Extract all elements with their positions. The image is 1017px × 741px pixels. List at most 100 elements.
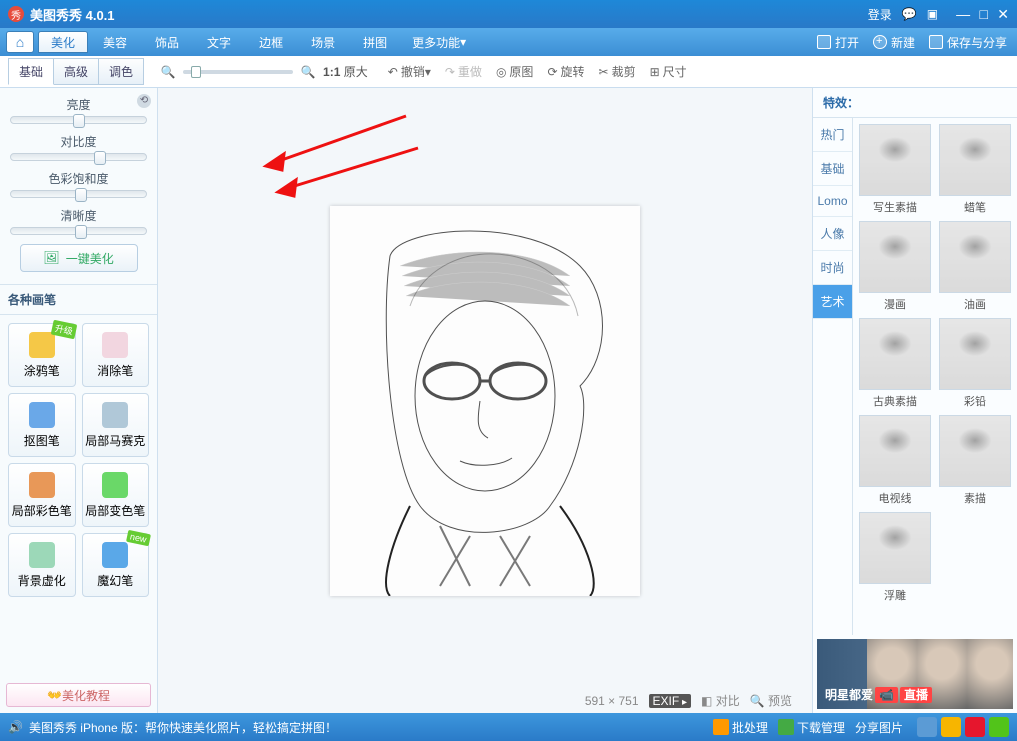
brush-5[interactable]: 局部变色笔: [82, 463, 150, 527]
brush-badge: new: [126, 530, 151, 546]
contrast-handle[interactable]: [94, 151, 106, 165]
sharpness-handle[interactable]: [75, 225, 87, 239]
effect-cat-5[interactable]: 艺术: [813, 285, 852, 319]
status-message: 美图秀秀 iPhone 版：帮你快速美化照片，轻松搞定拼图！: [29, 719, 337, 736]
status-bar: 🔊 美图秀秀 iPhone 版：帮你快速美化照片，轻松搞定拼图！ 批处理 下载管…: [0, 713, 1017, 741]
open-button[interactable]: 打开: [817, 34, 859, 51]
effect-cat-3[interactable]: 人像: [813, 217, 852, 251]
effect-item-0[interactable]: 写生素描: [859, 124, 931, 215]
brush-icon: [29, 542, 55, 568]
effect-thumb: [939, 221, 1011, 293]
undo-button[interactable]: ↶撤销 ▾: [388, 63, 431, 80]
disk-icon: [929, 35, 943, 49]
zoom-in-icon[interactable]: 🔍: [299, 65, 317, 79]
sharpness-slider[interactable]: [10, 227, 147, 235]
more-menu[interactable]: 更多功能 ▾: [402, 34, 476, 51]
canvas-footer: 591 × 751 EXIF ▸ ◧ 对比 🔍 预览: [585, 692, 792, 709]
brush-4[interactable]: 局部彩色笔: [8, 463, 76, 527]
effect-cat-4[interactable]: 时尚: [813, 251, 852, 285]
share-qq-icon[interactable]: [941, 717, 961, 737]
effect-item-6[interactable]: 电视线: [859, 415, 931, 506]
effect-cat-0[interactable]: 热门: [813, 118, 852, 152]
preview-button[interactable]: 🔍 预览: [750, 692, 792, 709]
saturation-slider[interactable]: [10, 190, 147, 198]
effect-item-5[interactable]: 彩铅: [939, 318, 1011, 409]
saturation-handle[interactable]: [75, 188, 87, 202]
rotate-button[interactable]: ⟳旋转: [547, 63, 584, 80]
effect-item-4[interactable]: 古典素描: [859, 318, 931, 409]
tab-ornament[interactable]: 饰品: [142, 31, 192, 53]
crop-button[interactable]: ✂裁剪: [599, 63, 636, 80]
feedback-icon[interactable]: 💬: [902, 7, 917, 21]
subtab-color[interactable]: 调色: [98, 58, 144, 85]
brush-2[interactable]: 抠图笔: [8, 393, 76, 457]
effect-cat-2[interactable]: Lomo: [813, 186, 852, 217]
effect-item-2[interactable]: 漫画: [859, 221, 931, 312]
skin-icon[interactable]: ▣: [927, 7, 938, 21]
sound-icon[interactable]: 🔊: [8, 720, 23, 734]
brightness-reset[interactable]: ⟲: [137, 94, 151, 108]
app-logo-icon: 秀: [8, 6, 24, 22]
share-button[interactable]: 分享图片: [855, 719, 903, 736]
brush-6[interactable]: 背景虚化: [8, 533, 76, 597]
share-weibo-icon[interactable]: [965, 717, 985, 737]
brush-badge: 升级: [51, 320, 78, 340]
effect-label: 古典素描: [859, 393, 931, 409]
tab-text[interactable]: 文字: [194, 31, 244, 53]
effects-categories: 热门基础Lomo人像时尚艺术: [813, 118, 853, 635]
tutorial-button[interactable]: 👐 美化教程: [6, 683, 151, 707]
exif-button[interactable]: EXIF ▸: [649, 694, 691, 708]
share-add-icon[interactable]: [989, 717, 1009, 737]
brightness-handle[interactable]: [73, 114, 85, 128]
effect-item-8[interactable]: 浮雕: [859, 512, 931, 603]
brush-icon: [29, 402, 55, 428]
size-icon: ⊞: [650, 65, 660, 79]
tab-scene[interactable]: 场景: [298, 31, 348, 53]
compare-button[interactable]: ◧ 对比: [701, 692, 740, 709]
effect-item-3[interactable]: 油画: [939, 221, 1011, 312]
zoom-handle[interactable]: [191, 66, 201, 78]
contrast-slider[interactable]: [10, 153, 147, 161]
zoom-ratio[interactable]: 1:1 原大: [323, 63, 368, 80]
folder-icon: [817, 35, 831, 49]
login-link[interactable]: 登录: [868, 6, 892, 23]
effect-label: 油画: [939, 296, 1011, 312]
effect-cat-1[interactable]: 基础: [813, 152, 852, 186]
new-button[interactable]: 新建: [873, 34, 915, 51]
minimize-icon[interactable]: —: [956, 6, 970, 22]
size-button[interactable]: ⊞尺寸: [650, 63, 687, 80]
brush-3[interactable]: 局部马赛克: [82, 393, 150, 457]
redo-button: ↷重做: [445, 63, 482, 80]
promo-banner[interactable]: 明星都爱📹直播: [817, 639, 1013, 709]
subtab-advanced[interactable]: 高级: [53, 58, 99, 85]
effect-item-7[interactable]: 素描: [939, 415, 1011, 506]
tab-beautify[interactable]: 美化: [38, 31, 88, 53]
close-icon[interactable]: ✕: [997, 6, 1009, 22]
brush-7[interactable]: new魔幻笔: [82, 533, 150, 597]
home-button[interactable]: ⌂: [6, 31, 34, 53]
subtab-basic[interactable]: 基础: [8, 58, 54, 85]
share-qzone-icon[interactable]: [917, 717, 937, 737]
tab-cosmetic[interactable]: 美容: [90, 31, 140, 53]
save-button[interactable]: 保存与分享: [929, 34, 1007, 51]
effect-item-1[interactable]: 蜡笔: [939, 124, 1011, 215]
zoom-out-icon[interactable]: 🔍: [159, 65, 177, 79]
brush-label: 局部马赛克: [85, 432, 145, 449]
brightness-label: 亮度: [66, 98, 90, 112]
onekey-button[interactable]: 🖼一键美化: [20, 244, 138, 272]
zoom-slider[interactable]: [183, 70, 293, 74]
batch-button[interactable]: 批处理: [713, 719, 768, 736]
sharpness-label: 清晰度: [10, 207, 147, 224]
brush-0[interactable]: 升级涂鸦笔: [8, 323, 76, 387]
tab-collage[interactable]: 拼图: [350, 31, 400, 53]
brightness-slider[interactable]: [10, 116, 147, 124]
original-button[interactable]: ◎原图: [496, 63, 534, 80]
tab-frame[interactable]: 边框: [246, 31, 296, 53]
image-canvas[interactable]: [330, 206, 640, 596]
plus-icon: [873, 35, 887, 49]
brush-icon: [102, 332, 128, 358]
maximize-icon[interactable]: □: [979, 6, 987, 22]
download-button[interactable]: 下载管理: [778, 719, 845, 736]
dimensions-label: 591 × 751: [585, 694, 639, 708]
brush-1[interactable]: 消除笔: [82, 323, 150, 387]
